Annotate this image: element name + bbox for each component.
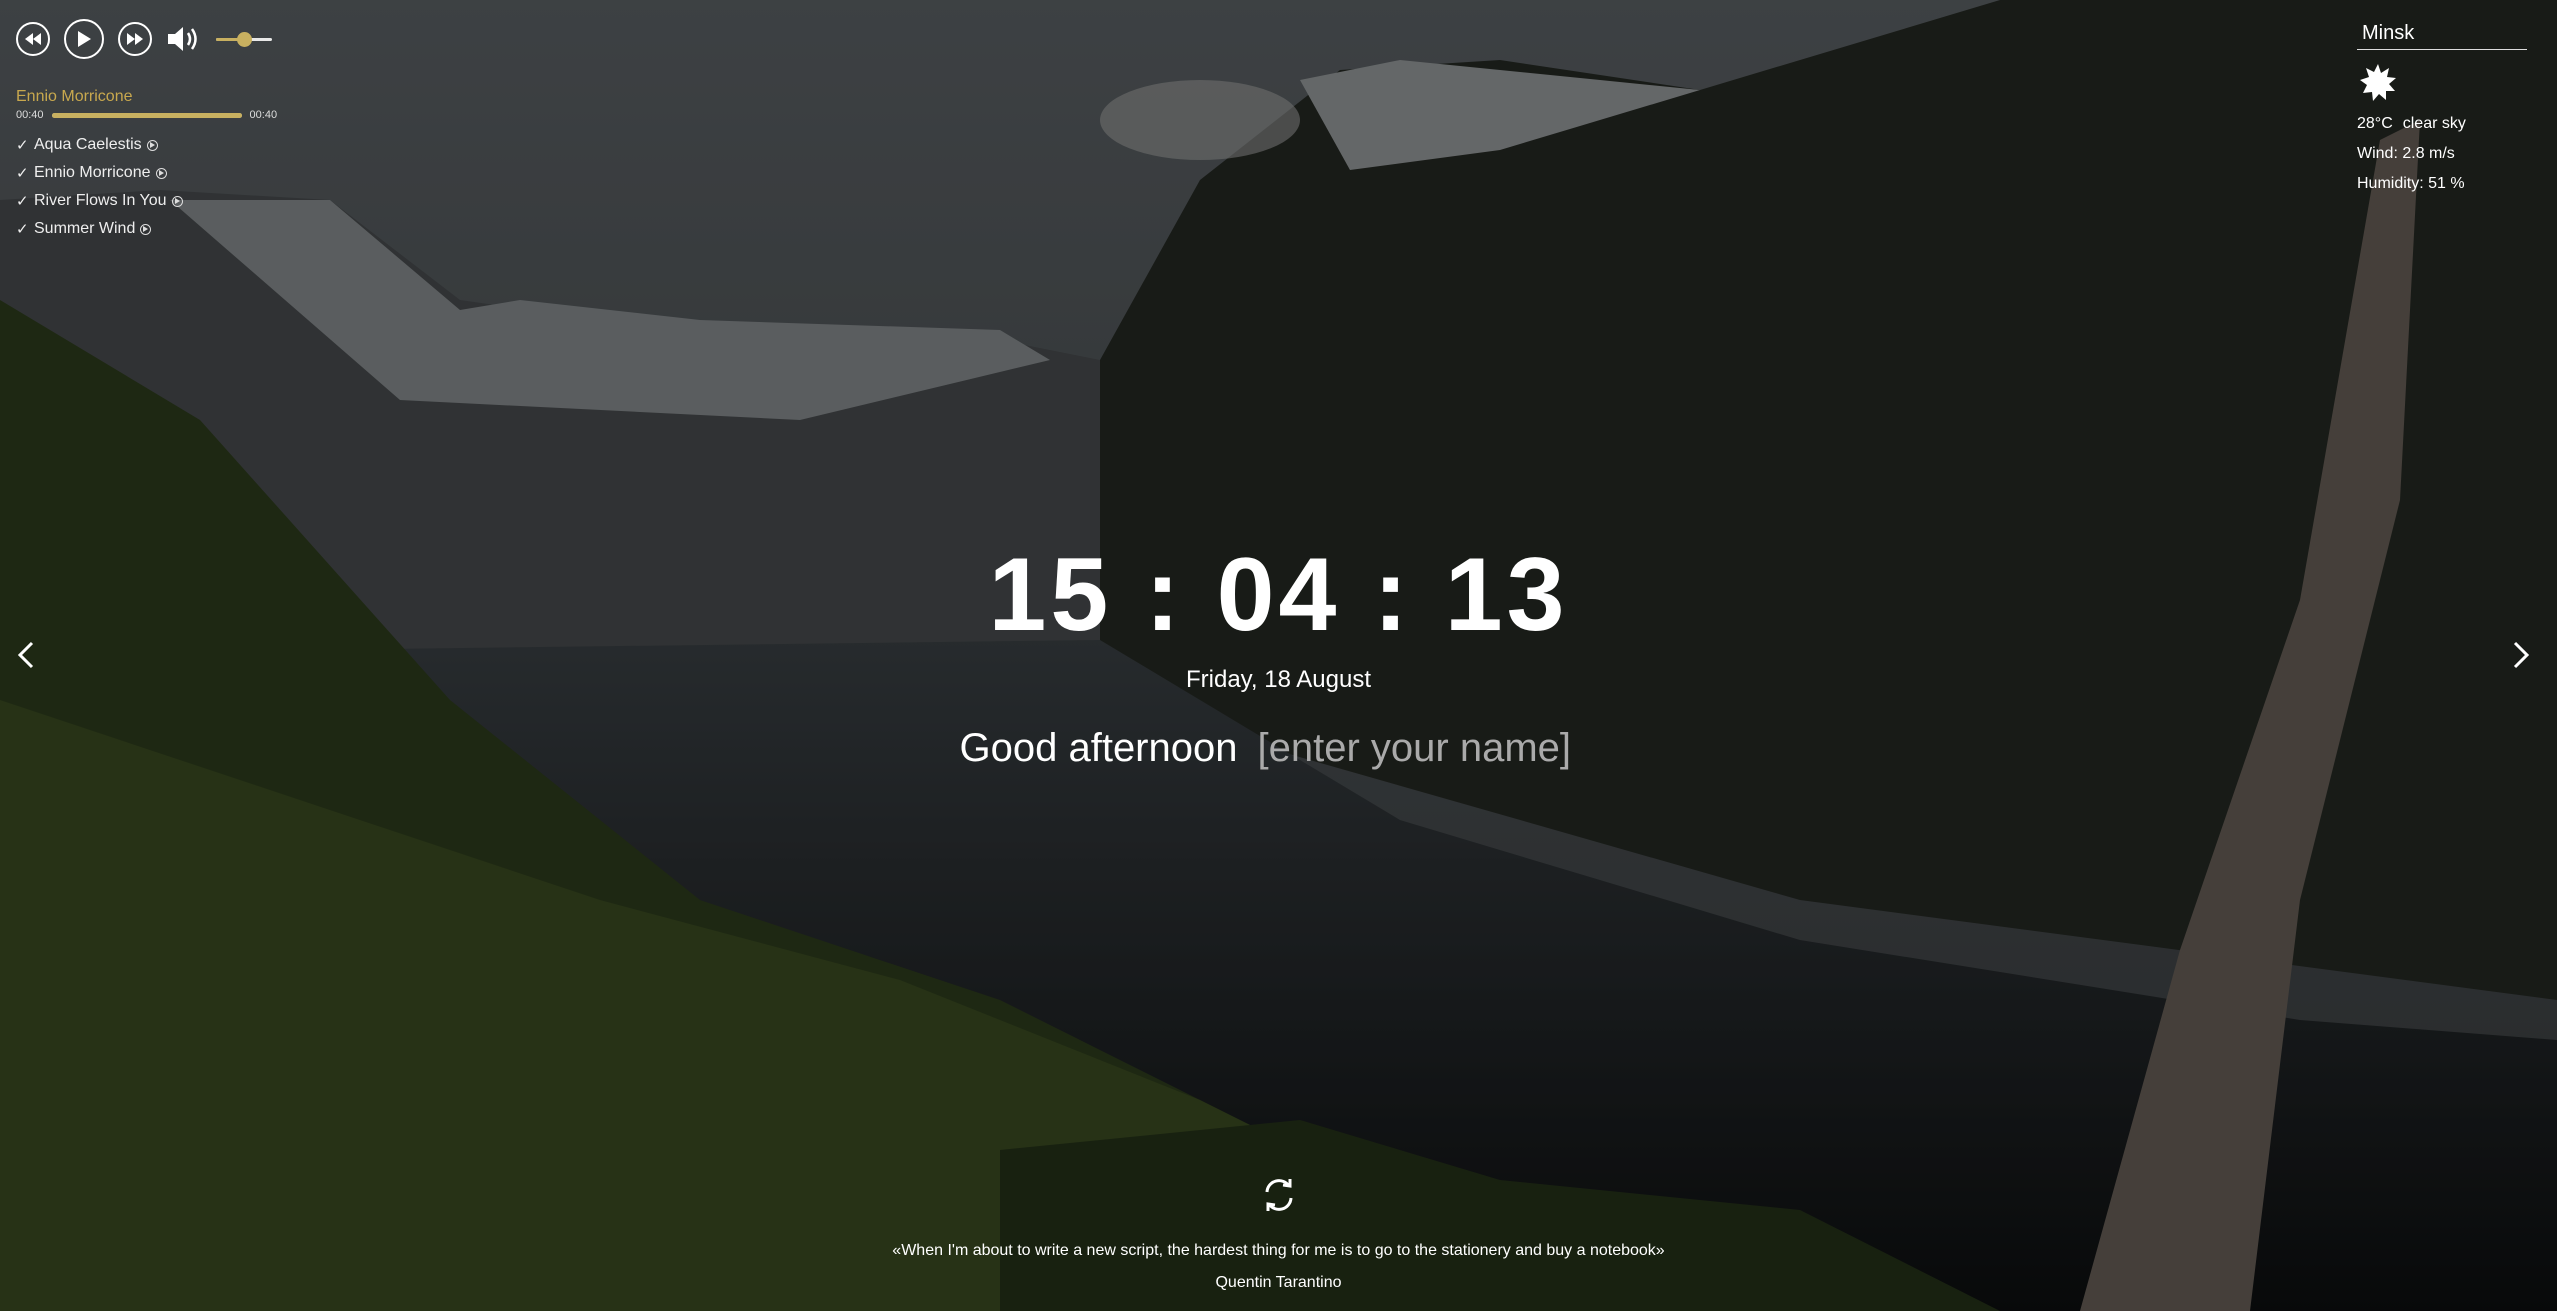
weather-description: clear sky bbox=[2402, 115, 2466, 132]
progress-fill bbox=[51, 112, 242, 118]
volume-thumb[interactable] bbox=[237, 32, 252, 47]
greeting-text: Good afternoon bbox=[959, 725, 1238, 770]
previous-track-icon bbox=[25, 33, 41, 45]
quote-text: «When I'm about to write a new script, t… bbox=[892, 1242, 1665, 1259]
greeting-row: Good afternoon bbox=[0, 723, 2557, 773]
audio-player: Ennio Morricone 00:40 00:40 ✓ Aqua Caeles… bbox=[16, 18, 316, 243]
playlist-item[interactable]: ✓ Ennio Morricone bbox=[16, 159, 316, 187]
app-root: Ennio Morricone 00:40 00:40 ✓ Aqua Caeles… bbox=[0, 0, 2557, 1311]
volume-slider[interactable] bbox=[216, 24, 272, 54]
player-controls bbox=[16, 18, 316, 60]
play-icon bbox=[78, 31, 91, 47]
playlist-item-title: Ennio Morricone bbox=[34, 164, 151, 181]
center-block: 15 : 04 : 13 Friday, 18 August Good afte… bbox=[0, 535, 2557, 773]
progress-row: 00:40 00:40 bbox=[16, 109, 316, 121]
playlist-item-title: Summer Wind bbox=[34, 220, 136, 237]
playlist-item[interactable]: ✓ Summer Wind bbox=[16, 215, 316, 243]
check-icon: ✓ bbox=[16, 165, 29, 182]
playlist-item-title: River Flows In You bbox=[34, 192, 167, 209]
check-icon: ✓ bbox=[16, 137, 29, 154]
playlist-item[interactable]: ✓ River Flows In You bbox=[16, 187, 316, 215]
check-icon: ✓ bbox=[16, 221, 29, 238]
total-time: 00:40 bbox=[249, 109, 278, 121]
wind: Wind: 2.8 m/s bbox=[2357, 145, 2455, 162]
play-button[interactable] bbox=[64, 19, 104, 59]
now-playing-title: Ennio Morricone bbox=[16, 88, 133, 105]
previous-track-button[interactable] bbox=[16, 22, 50, 56]
playlist-item[interactable]: ✓ Aqua Caelestis bbox=[16, 131, 316, 159]
clock: 15 : 04 : 13 bbox=[988, 537, 1569, 653]
play-item-icon[interactable] bbox=[171, 195, 183, 207]
next-track-button[interactable] bbox=[118, 22, 152, 56]
current-time: 00:40 bbox=[16, 109, 44, 121]
weather-widget: 28°C clear sky Wind: 2.8 m/s Humidity: 51… bbox=[2357, 18, 2529, 199]
refresh-icon bbox=[1265, 1179, 1292, 1211]
refresh-quote-button[interactable] bbox=[1259, 1175, 1299, 1215]
city-input[interactable] bbox=[2357, 18, 2527, 50]
volume-icon[interactable] bbox=[166, 24, 202, 54]
sun-icon bbox=[2360, 64, 2396, 101]
temperature: 28°C bbox=[2357, 115, 2393, 132]
play-item-icon[interactable] bbox=[140, 223, 152, 235]
playlist-item-title: Aqua Caelestis bbox=[34, 136, 142, 153]
progress-bar[interactable] bbox=[51, 112, 242, 118]
playlist: ✓ Aqua Caelestis ✓ Ennio Morricone ✓ River Fl… bbox=[16, 131, 316, 243]
name-input[interactable] bbox=[1257, 723, 1598, 773]
quote-author: Quentin Tarantino bbox=[1215, 1274, 1342, 1291]
next-track-icon bbox=[127, 33, 143, 45]
quote-block: «When I'm about to write a new script, t… bbox=[0, 1175, 2557, 1296]
weather-temp-row: 28°C clear sky bbox=[2357, 109, 2529, 139]
check-icon: ✓ bbox=[16, 193, 29, 210]
humidity: Humidity: 51 % bbox=[2357, 175, 2465, 192]
play-item-icon[interactable] bbox=[155, 167, 167, 179]
play-item-icon[interactable] bbox=[146, 139, 158, 151]
date: Friday, 18 August bbox=[1186, 666, 1371, 693]
